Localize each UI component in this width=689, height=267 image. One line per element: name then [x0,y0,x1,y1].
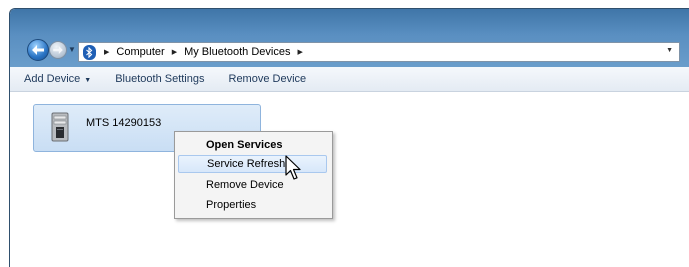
breadcrumb-computer[interactable]: Computer [116,46,164,58]
menu-item-remove-device[interactable]: Remove Device [178,176,327,194]
forward-arrow-icon [53,46,63,54]
title-bar: ▼ ▶ Computer ▶ My Bluetooth Devices ▶ ▼ [10,9,689,67]
command-bar: Add Device ▼ Bluetooth Settings Remove De… [10,67,689,92]
recent-pages-dropdown-icon[interactable]: ▼ [68,45,76,54]
breadcrumb-separator-icon[interactable]: ▶ [172,48,177,56]
explorer-window: ▼ ▶ Computer ▶ My Bluetooth Devices ▶ ▼ … [9,8,689,267]
bluetooth-settings-button[interactable]: Bluetooth Settings [101,73,214,85]
chevron-down-icon: ▼ [84,77,92,84]
back-button[interactable] [27,39,49,61]
forward-button[interactable] [49,41,67,59]
menu-item-open-services[interactable]: Open Services [178,136,327,154]
menu-item-properties[interactable]: Properties [178,196,327,214]
pc-tower-icon [51,112,69,142]
mouse-pointer-icon [285,155,301,180]
breadcrumb-bluetooth-devices[interactable]: My Bluetooth Devices [184,46,290,58]
device-name: MTS 14290153 [86,117,162,129]
context-menu: Open Services Service Refresh Remove Dev… [174,131,333,219]
address-dropdown-icon[interactable]: ▼ [666,47,673,54]
bluetooth-icon [83,44,96,60]
back-arrow-icon [32,45,44,55]
add-device-label: Add Device [24,73,81,85]
breadcrumb-separator-icon[interactable]: ▶ [297,48,302,56]
menu-item-service-refresh[interactable]: Service Refresh [178,155,327,173]
remove-device-button[interactable]: Remove Device [215,73,317,85]
breadcrumb-separator-icon[interactable]: ▶ [104,48,109,56]
add-device-button[interactable]: Add Device ▼ [10,73,101,85]
address-bar[interactable]: ▶ Computer ▶ My Bluetooth Devices ▶ ▼ [78,42,680,62]
